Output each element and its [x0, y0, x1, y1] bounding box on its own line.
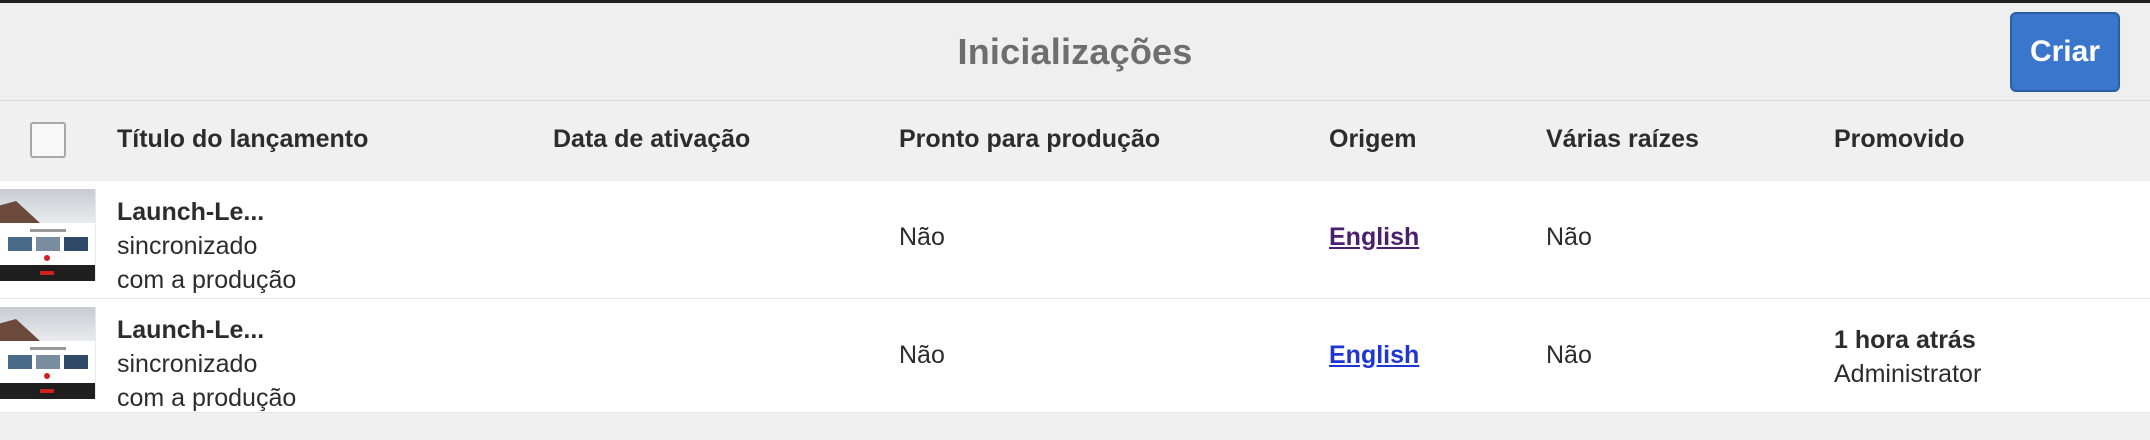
page-header: Inicializações Criar [0, 3, 2150, 101]
launch-title[interactable]: Launch-Le... [117, 195, 296, 229]
column-header-multiple-roots[interactable]: Várias raízes [1546, 125, 1699, 154]
column-header-promoted[interactable]: Promovido [1834, 125, 1965, 154]
multiple-roots-cell: Não [1546, 341, 1592, 369]
source-link[interactable]: English [1329, 223, 1419, 252]
table-row[interactable]: Launch-Le... sincronizado com a produção… [0, 299, 2150, 413]
launch-title-cell: Launch-Le... sincronizado com a produção [117, 195, 296, 297]
launch-status-line: com a produção [117, 384, 297, 412]
ready-for-production-cell: Não [899, 223, 945, 251]
table-row[interactable]: Launch-Le... sincronizado com a produção… [0, 181, 2150, 299]
promoted-cell: 1 hora atrás Administrator [1834, 323, 1981, 391]
select-all-checkbox[interactable] [30, 122, 66, 158]
column-header-title[interactable]: Título do lançamento [117, 125, 368, 154]
column-header-ready-for-production[interactable]: Pronto para produção [899, 125, 1160, 154]
launch-title-cell: Launch-Le... sincronizado com a produção [117, 313, 296, 415]
launch-status-line: sincronizado [117, 350, 258, 378]
launch-status-line: com a produção [117, 266, 297, 294]
promoted-by: Administrator [1834, 360, 1982, 388]
ready-for-production-cell: Não [899, 341, 945, 369]
launch-thumbnail[interactable] [0, 307, 96, 399]
column-header-activation-date[interactable]: Data de ativação [553, 125, 750, 154]
launch-thumbnail[interactable] [0, 189, 96, 281]
column-header-source[interactable]: Origem [1329, 125, 1417, 154]
table-header: Título do lançamento Data de ativação Pr… [0, 101, 2150, 181]
page-title: Inicializações [957, 31, 1193, 72]
launches-table-body: Launch-Le... sincronizado com a produção… [0, 181, 2150, 413]
create-button[interactable]: Criar [2010, 12, 2120, 92]
multiple-roots-cell: Não [1546, 223, 1592, 251]
launch-status-line: sincronizado [117, 232, 258, 260]
source-link[interactable]: English [1329, 341, 1419, 370]
promoted-time: 1 hora atrás [1834, 326, 1976, 354]
launch-title[interactable]: Launch-Le... [117, 313, 296, 347]
launches-page: Inicializações Criar Título do lançament… [0, 0, 2150, 440]
